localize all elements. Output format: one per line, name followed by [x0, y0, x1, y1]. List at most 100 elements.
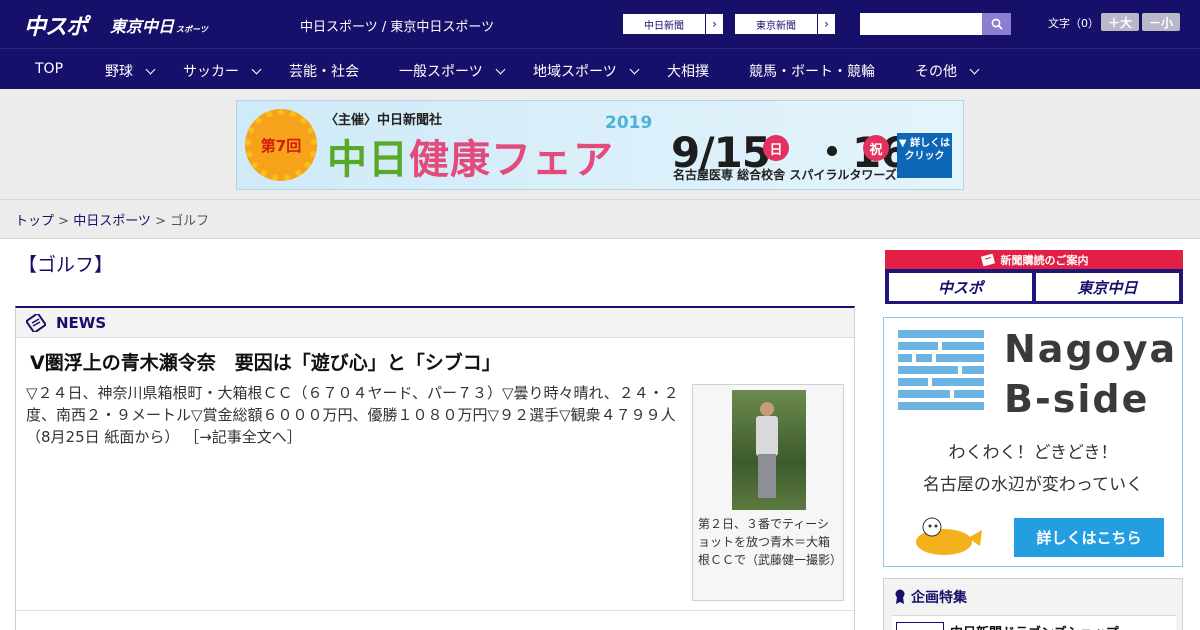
news-label: NEWS [56, 313, 107, 332]
fried-shrimp-mascot-icon [916, 517, 982, 555]
nav-label: サッカー [183, 64, 239, 80]
tokyo-shimbun-button[interactable]: 東京新聞 › [734, 13, 836, 35]
article-body-text: ▽２４日、神奈川県箱根町・大箱根ＣＣ（６７０４ヤード、パー７３）▽曇り時々晴れ、… [26, 384, 679, 446]
article-photo-box: 第２日、３番でティーショットを放つ青木＝大箱根ＣＣで（武藤健一撮影） [692, 384, 844, 601]
chuspo-subscribe-button[interactable]: 中スポ [889, 273, 1032, 301]
nav-entertainment[interactable]: 芸能・社会 [289, 61, 359, 81]
site-names: 中日スポーツ / 東京中日スポーツ [300, 20, 495, 35]
breadcrumb-top-link[interactable]: トップ [15, 214, 54, 229]
article-summary: ▽２４日、神奈川県箱根町・大箱根ＣＣ（６７０４ヤード、パー７３）▽曇り時々晴れ、… [26, 382, 686, 448]
subscription-header[interactable]: 新聞購読のご案内 [885, 250, 1183, 269]
bside-title: Nagoya B-side [1004, 324, 1177, 424]
breadcrumb-sep: > [54, 214, 74, 229]
tokyo-logo-small: スポーツ [176, 25, 208, 34]
banner-title: 中日健康フェア [327, 127, 614, 185]
nav-general-sports[interactable]: 一般スポーツ [399, 61, 506, 81]
nav-label: TOP [35, 61, 64, 77]
bside-tagline-1: わくわく！どきどき！ [948, 443, 1118, 463]
nav-label: 一般スポーツ [399, 64, 483, 80]
banner-click-button[interactable]: ▼ 詳しくは クリック [897, 133, 952, 178]
chuspo-logo[interactable]: 中スポ [24, 9, 88, 41]
top-header: 中スポ 東京中日 スポーツ 中日スポーツ / 東京中日スポーツ 中日新聞 › 東京… [0, 0, 1200, 48]
health-fair-banner[interactable]: 第7回 〈主催〉中日新聞社 中日健康フェア 2019 9/15 ・16 日 祝 … [236, 100, 964, 190]
tokyo-logo-text: 東京中日 [110, 17, 175, 36]
banner-round: 第7回 [260, 136, 302, 155]
article-title-link[interactable]: V圏浮上の青木瀬令奈 要因は「遊び心」と「シブコ」 [30, 348, 501, 375]
read-more-link[interactable]: ［→記事全文へ］ [184, 428, 302, 446]
banner-sponsor: 〈主催〉中日新聞社 [325, 113, 443, 128]
golfer-head [760, 402, 774, 416]
bside-title-line1: Nagoya [1004, 327, 1178, 371]
subscription-title: 新聞購読のご案内 [1000, 253, 1089, 267]
search-icon [991, 18, 1003, 30]
nav-sumo[interactable]: 大相撲 [667, 61, 709, 81]
feature-box: 企画特集 中日新聞ドラゴンズショップ [883, 578, 1183, 630]
nav-label: 競馬・ボート・競輪 [749, 64, 875, 80]
bside-title-line2: B-side [1004, 377, 1150, 421]
chunichi-shimbun-button[interactable]: 中日新聞 › [622, 13, 724, 35]
banner-area: 第7回 〈主催〉中日新聞社 中日健康フェア 2019 9/15 ・16 日 祝 … [0, 89, 1200, 200]
feature-item[interactable]: 中日新聞ドラゴンズショップ [892, 615, 1176, 630]
banner-title-a: 中日 [327, 137, 409, 183]
chevron-right-icon: › [705, 14, 723, 34]
feature-header: 企画特集 [894, 587, 967, 607]
banner-title-b: 健康 [409, 137, 491, 183]
subscription-box: 新聞購読のご案内 中スポ 東京中日 [885, 250, 1183, 304]
chevron-down-icon [145, 64, 156, 74]
breadcrumb-sep: > [150, 214, 171, 229]
breadcrumb-divider [0, 238, 1200, 239]
chunichi-shimbun-label: 中日新聞 [644, 20, 684, 32]
chevron-down-icon [629, 64, 640, 74]
chevron-down-icon [495, 64, 506, 74]
nav-soccer[interactable]: サッカー [183, 61, 262, 81]
nav-top[interactable]: TOP [35, 61, 63, 77]
tokyo-chunichi-logo[interactable]: 東京中日 スポーツ [110, 13, 208, 37]
tokyo-subscribe-button[interactable]: 東京中日 [1036, 273, 1179, 301]
nav-label: 野球 [105, 64, 133, 80]
nav-local-sports[interactable]: 地域スポーツ [533, 61, 640, 81]
nagoya-bside-ad[interactable]: Nagoya B-side わくわく！どきどき！ 名古屋の水辺が変わっていく 詳… [883, 317, 1183, 567]
banner-day-holiday: 祝 [863, 135, 889, 161]
chevron-right-icon: › [817, 14, 835, 34]
font-larger-button[interactable]: ＋大 [1101, 13, 1139, 31]
search-button[interactable] [982, 13, 1011, 35]
newspaper-icon [26, 313, 46, 332]
tokyo-shimbun-label: 東京新聞 [756, 20, 796, 32]
page-title: 【ゴルフ】 [18, 254, 114, 276]
news-box: NEWS V圏浮上の青木瀬令奈 要因は「遊び心」と「シブコ」 ▽２４日、神奈川県… [15, 306, 855, 630]
bside-tagline-2: 名古屋の水辺が変わっていく [922, 475, 1144, 495]
breadcrumb-current: ゴルフ [170, 214, 210, 229]
breadcrumb-chunichi-link[interactable]: 中日スポーツ [73, 214, 151, 229]
search-input[interactable] [860, 13, 982, 35]
nav-racing[interactable]: 競馬・ボート・競輪 [749, 61, 875, 81]
nav-label: 地域スポーツ [533, 64, 617, 80]
news-header: NEWS [16, 308, 854, 338]
golfer-body [756, 416, 778, 456]
news-separator [16, 610, 854, 611]
golfer-legs [758, 454, 776, 498]
nav-label: その他 [915, 64, 957, 80]
nav-label: 大相撲 [667, 64, 709, 80]
newspaper-icon [980, 253, 995, 266]
article-photo[interactable] [732, 390, 806, 510]
banner-year: 2019 [605, 113, 653, 133]
nav-baseball[interactable]: 野球 [105, 61, 156, 81]
font-smaller-button[interactable]: －小 [1142, 13, 1180, 31]
breadcrumb: トップ > 中日スポーツ > ゴルフ [15, 210, 209, 229]
main-nav: TOP 野球 サッカー 芸能・社会 一般スポーツ 地域スポーツ 大相撲 競馬・ボ… [0, 48, 1200, 89]
bside-details-button[interactable]: 詳しくはこちら [1014, 518, 1164, 557]
feature-thumbnail [896, 622, 944, 630]
banner-day-sun: 日 [763, 135, 789, 161]
feature-title: 企画特集 [911, 590, 967, 606]
banner-title-c: フェア [491, 137, 614, 183]
photo-caption: 第２日、３番でティーショットを放つ青木＝大箱根ＣＣで（武藤健一撮影） [698, 517, 843, 567]
nav-other[interactable]: その他 [915, 61, 980, 81]
brick-wall-icon [898, 330, 984, 412]
ribbon-icon [895, 589, 905, 604]
chevron-down-icon [969, 64, 980, 74]
nav-label: 芸能・社会 [289, 64, 359, 80]
font-size-label: 文字（0） [1048, 17, 1099, 30]
feature-item-label: 中日新聞ドラゴンズショップ [950, 622, 1119, 630]
banner-venue: 名古屋医専 総合校舎 スパイラルタワーズ [673, 168, 897, 182]
chevron-down-icon [251, 64, 262, 74]
